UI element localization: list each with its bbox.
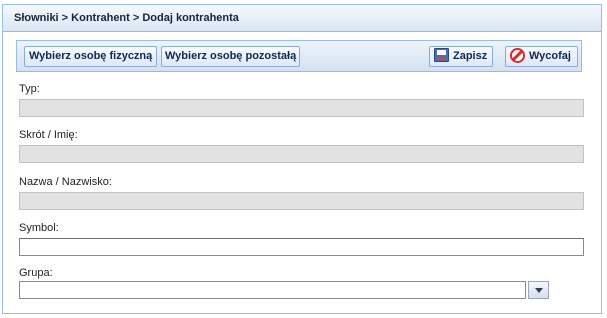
select-natural-person-label: Wybierz osobę fizyczną [29, 50, 153, 62]
save-label: Zapisz [453, 50, 488, 62]
type-label: Typ: [19, 83, 40, 95]
cancel-label: Wycofaj [529, 50, 571, 62]
type-field[interactable] [19, 99, 584, 117]
full-name-field[interactable] [19, 192, 584, 210]
group-dropdown-trigger[interactable] [528, 281, 549, 299]
cancel-button[interactable]: Wycofaj [505, 46, 578, 67]
full-name-label: Nazwa / Nazwisko: [19, 176, 112, 188]
short-name-label: Skrót / Imię: [19, 129, 78, 141]
symbol-label: Symbol: [19, 222, 59, 234]
group-label: Grupa: [19, 267, 53, 279]
symbol-field[interactable] [19, 238, 584, 256]
select-other-person-button[interactable]: Wybierz osobę pozostałą [161, 46, 300, 67]
no-entry-icon [510, 47, 525, 63]
form-toolbar: Wybierz osobę fizyczną Wybierz osobę poz… [16, 40, 582, 72]
breadcrumb: Słowniki > Kontrahent > Dodaj kontrahent… [3, 5, 601, 32]
select-other-person-label: Wybierz osobę pozostałą [165, 50, 297, 62]
save-button[interactable]: Zapisz [429, 46, 493, 67]
select-natural-person-button[interactable]: Wybierz osobę fizyczną [24, 46, 157, 67]
group-combo-input[interactable] [19, 281, 526, 299]
floppy-disk-icon [434, 48, 449, 63]
chevron-down-icon [535, 288, 543, 293]
short-name-field[interactable] [19, 145, 584, 163]
